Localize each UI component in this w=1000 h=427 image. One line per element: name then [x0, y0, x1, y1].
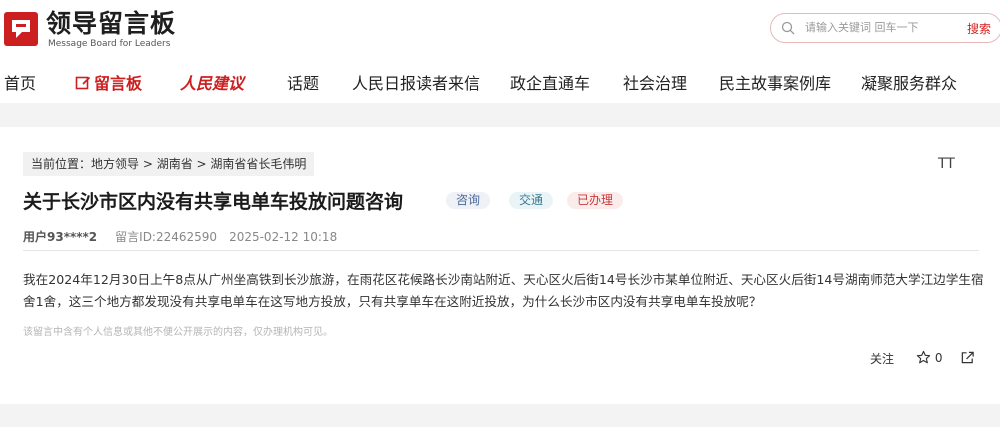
top-header: 领导留言板 Message Board for Leaders 搜索 首页 留言… — [0, 0, 1000, 103]
tag-traffic: 交通 — [509, 192, 554, 209]
breadcrumb-sep: > — [192, 157, 211, 171]
nav-zhengqi[interactable]: 政企直通车 — [510, 70, 590, 94]
share-button[interactable] — [960, 350, 975, 365]
breadcrumb-level2[interactable]: 湖南省 — [157, 157, 193, 171]
message-content: 我在2024年12月30日上午8点从广州坐高铁到长沙旅游，在雨花区花候路长沙南站… — [23, 272, 984, 309]
search-icon — [781, 21, 795, 35]
nav-home[interactable]: 首页 — [4, 70, 36, 94]
logo-title: 领导留言板 — [46, 9, 177, 38]
nav-minzhu[interactable]: 民主故事案例库 — [719, 70, 831, 94]
message-date: 2025-02-12 10:18 — [229, 230, 338, 244]
message-title: 关于长沙市区内没有共享电单车投放问题咨询 — [23, 191, 404, 213]
font-size-icon[interactable]: TT — [938, 156, 955, 172]
logo-mark-icon — [4, 12, 38, 46]
logo-subtitle: Message Board for Leaders — [48, 39, 171, 49]
breadcrumb-level3[interactable]: 湖南省省长毛伟明 — [210, 157, 306, 171]
search-input[interactable] — [803, 20, 957, 35]
message-id: 留言ID:22462590 — [115, 230, 218, 244]
edit-icon — [75, 76, 91, 90]
star-icon — [916, 350, 931, 364]
status-badge: 已办理 — [567, 192, 624, 209]
logo[interactable]: 领导留言板 Message Board for Leaders — [4, 10, 184, 50]
user-name: 用户93****2 — [23, 230, 98, 244]
privacy-note: 该留言中含有个人信息或其他不便公开展示的内容，仅办理机构可见。 — [23, 327, 333, 338]
follow-button[interactable]: 关注 — [870, 350, 894, 367]
nav-liuyanban-label: 留言板 — [94, 74, 143, 93]
breadcrumb: 当前位置：地方领导 > 湖南省 > 湖南省省长毛伟明 — [23, 152, 315, 176]
divider — [23, 250, 979, 251]
nav-ningju[interactable]: 凝聚服务群众 — [861, 70, 957, 94]
breadcrumb-sep: > — [139, 157, 157, 171]
like-button[interactable]: 0 — [916, 350, 942, 365]
main-nav: 首页 留言板 人民建议 话题 人民日报读者来信 政企直通车 社会治理 民主故事案… — [0, 62, 1000, 100]
message-meta: 用户93****2 留言ID:22462590 2025-02-12 10:18 — [23, 228, 337, 245]
breadcrumb-prefix: 当前位置： — [31, 157, 92, 171]
search-button[interactable]: 搜索 — [967, 20, 991, 37]
tag-consult: 咨询 — [446, 192, 491, 209]
font-size-label: TT — [938, 156, 955, 172]
nav-liuyanban[interactable]: 留言板 — [75, 70, 142, 94]
nav-rmrb-duzhe[interactable]: 人民日报读者来信 — [352, 70, 480, 94]
nav-renminjianyi[interactable]: 人民建议 — [180, 70, 244, 94]
nav-shehui[interactable]: 社会治理 — [623, 70, 687, 94]
like-count: 0 — [934, 351, 943, 365]
search-box: 搜索 — [770, 13, 1000, 43]
nav-huati[interactable]: 话题 — [287, 70, 319, 94]
share-icon — [961, 351, 974, 364]
breadcrumb-level1[interactable]: 地方领导 — [91, 157, 139, 171]
